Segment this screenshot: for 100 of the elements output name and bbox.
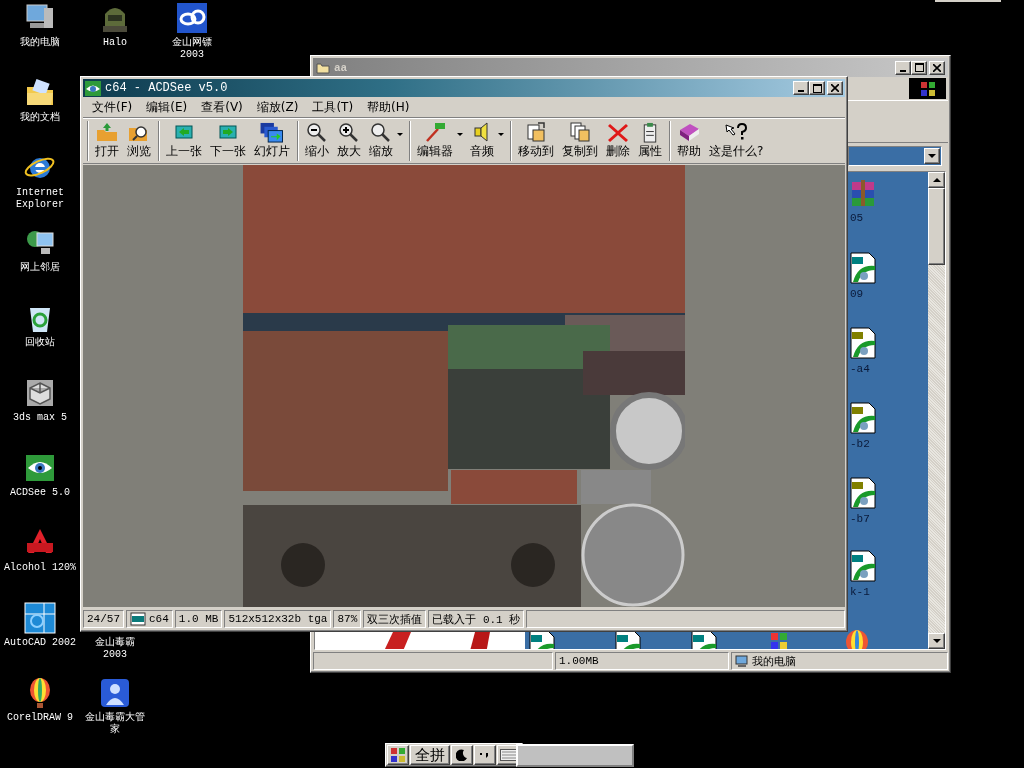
file-type-icon (130, 612, 146, 626)
clipboard-icon (641, 122, 659, 143)
eye-icon (24, 452, 56, 484)
pages-arrow-icon (525, 122, 547, 142)
minimize-icon (900, 69, 906, 72)
menu-item[interactable]: 缩放(Z) (249, 96, 306, 118)
menu-item[interactable]: 帮助(H) (360, 96, 417, 118)
toolbar-button[interactable]: 浏览 (124, 121, 154, 161)
wand-icon (423, 122, 447, 142)
toolbar-button[interactable]: 缩放 (366, 121, 405, 161)
status-cell: 已载入于 0.1 秒 (428, 610, 525, 628)
image-file-icon (850, 252, 876, 284)
status-cell: 87% (333, 610, 362, 628)
maximize-button[interactable] (911, 60, 927, 75)
punctuation-button[interactable] (474, 745, 496, 765)
menu-item[interactable]: 工具(T) (305, 96, 361, 118)
eye-icon (85, 80, 101, 96)
moon-icon (456, 749, 468, 761)
location-text: 我的电脑 (752, 654, 796, 669)
window-edge (935, 0, 1001, 2)
image-file-icon (850, 402, 876, 434)
delete-x-icon (607, 122, 629, 142)
toolbar-button[interactable]: 这是什么? (706, 121, 767, 161)
desktop-shortcut[interactable]: 我的文档 (1, 77, 79, 124)
address-field[interactable] (848, 146, 942, 166)
menu-item[interactable]: 编辑(E) (139, 96, 195, 118)
scrollbar[interactable] (928, 172, 945, 649)
window-title: aa (334, 61, 349, 74)
close-button[interactable] (827, 81, 843, 95)
file-name: c64 (149, 613, 169, 625)
toolbar-button[interactable]: 编辑器 (414, 121, 465, 161)
toolbar-button[interactable]: 下一张 (207, 121, 249, 161)
image-file-icon (850, 477, 876, 509)
desktop-shortcut[interactable]: CorelDRAW 9 (1, 677, 79, 724)
toolbar-button[interactable]: 打开 (92, 121, 122, 161)
cube-icon (24, 377, 56, 409)
toolbar-button[interactable]: 幻灯片 (251, 121, 293, 161)
image-file-icon (850, 327, 876, 359)
desktop-shortcut[interactable]: ACDSee 5.0 (1, 452, 79, 499)
caret-icon (457, 133, 463, 137)
toolbar-button[interactable]: 放大 (334, 121, 364, 161)
desktop-shortcut[interactable]: Alcohol 120% (1, 527, 79, 574)
status-cell: 1.0 MB (174, 610, 223, 628)
minimize-icon (798, 90, 804, 92)
toolbar-button[interactable]: 音频 (467, 121, 506, 161)
dropdown-button[interactable] (924, 148, 940, 164)
desktop-shortcut[interactable]: 我的电脑 (1, 2, 79, 49)
maximize-icon (914, 63, 924, 72)
minimize-button[interactable] (793, 81, 809, 95)
computer-icon (735, 654, 749, 668)
windows-logo-icon (390, 747, 406, 763)
maximize-button[interactable] (809, 81, 825, 95)
punctuation-icon (479, 750, 491, 760)
menu-item[interactable]: 文件(F) (85, 96, 140, 118)
status-cell: 双三次插值 (363, 610, 427, 628)
status-cell: 512x512x32b tga (224, 610, 332, 628)
desktop-shortcut[interactable]: Internet Explorer (1, 152, 79, 211)
desktop-shortcut[interactable]: AutoCAD 2002 (1, 602, 79, 649)
close-button[interactable] (929, 60, 945, 75)
desktop-shortcut[interactable]: Halo (84, 2, 146, 49)
loop-logo-icon (176, 2, 208, 34)
scrollbar-thumb[interactable] (928, 188, 945, 265)
toolbar-button[interactable]: 上一张 (163, 121, 205, 161)
minimize-button[interactable] (895, 60, 911, 75)
desktop-shortcut[interactable]: 3ds max 5 (1, 377, 79, 424)
toolbar-button[interactable]: 缩小 (302, 121, 332, 161)
input-mode-button[interactable]: 全拼 (410, 745, 450, 765)
blueprint-icon (24, 602, 56, 634)
archive-icon (850, 178, 876, 208)
status-cell: 24/57 (83, 610, 124, 628)
close-icon (831, 84, 839, 92)
pointer-question-icon (723, 122, 750, 142)
close-icon (933, 63, 941, 72)
toolbar-button[interactable]: 移动到 (515, 121, 557, 161)
caret-icon (928, 153, 936, 159)
window-title: c64 - ACDSee v5.0 (105, 81, 229, 95)
user-icon (99, 677, 131, 709)
toolbar-button[interactable]: 删除 (603, 121, 633, 161)
file-size: 1.00MB (555, 652, 729, 670)
down-arrow-icon (932, 638, 941, 644)
desktop-shortcut[interactable]: 回收站 (1, 302, 79, 349)
copy-pages-icon (569, 122, 591, 142)
windows-logo-icon (919, 80, 936, 97)
folder-arrow-icon (95, 122, 119, 142)
desktop-shortcut[interactable]: 金山网镖 2003 (161, 2, 223, 61)
image-file-icon (850, 550, 876, 582)
width-toggle-button[interactable] (451, 745, 473, 765)
desktop-shortcut[interactable]: 网上邻居 (1, 227, 79, 274)
ime-logo-button[interactable] (387, 745, 409, 765)
desktop-shortcut[interactable]: 金山毒霸大管家 (84, 677, 146, 736)
menu-item[interactable]: 查看(V) (194, 96, 250, 118)
caret-icon (397, 133, 403, 137)
maximize-icon (812, 83, 822, 93)
toolbar-button[interactable]: 帮助 (674, 121, 704, 161)
toolbar-button[interactable]: 属性 (635, 121, 665, 161)
up-arrow-icon (932, 177, 941, 183)
desktop-shortcut[interactable]: 金山毒霸 2003 (84, 637, 146, 661)
slides-icon (259, 122, 285, 143)
book-icon (678, 122, 700, 142)
toolbar-button[interactable]: 复制到 (559, 121, 601, 161)
